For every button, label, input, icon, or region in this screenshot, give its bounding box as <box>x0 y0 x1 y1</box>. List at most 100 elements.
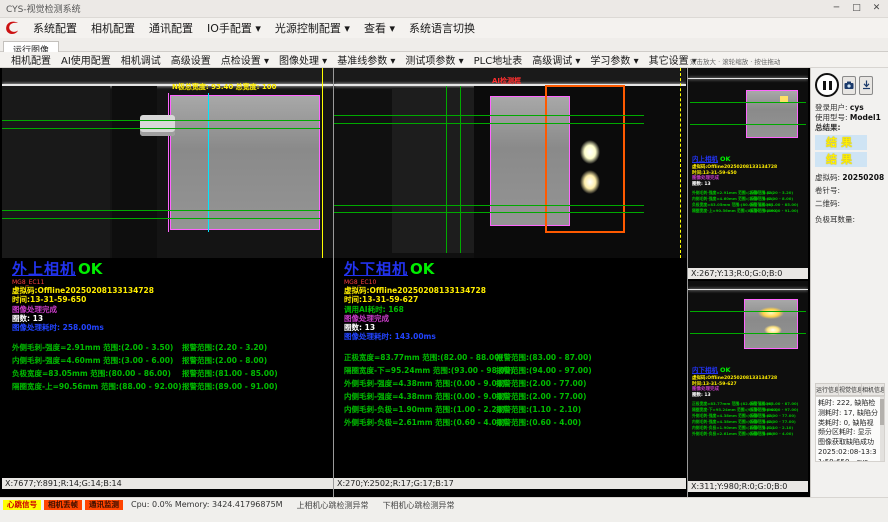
measure-value: 内侧毛刺-强度=4.38mm 范围:(0.00 - 9.00) <box>344 390 496 403</box>
toolbar-button[interactable]: 相机调试 <box>116 52 166 67</box>
window-title: CYS-视觉检测系统 <box>6 2 81 15</box>
machine-column <box>112 86 157 258</box>
info-log[interactable]: 耗时: 222, 缺陷检测耗时: 17, 缺陷分类耗时: 0, 缺陷视频分区耗时… <box>815 396 885 462</box>
menu-item[interactable]: 查看 ▾ <box>357 20 402 36</box>
view-hint: 双击放大 · 滚轮缩放 · 按住拖动 <box>690 56 808 66</box>
measurement-list: 外侧毛刺-强度=2.91mm 范围:(2.00 - 3.50)报警范围:(2.2… <box>12 341 332 393</box>
menu-item[interactable]: 系统配置 <box>26 20 84 36</box>
virtual-code: 虚拟码:Offline20250208133134728 <box>344 286 686 295</box>
measure-value: 外侧毛刺-负极=2.61mm 范围:(0.60 - 4.00) <box>344 416 496 429</box>
toolbar-button[interactable]: 学习参数 ▾ <box>585 52 643 67</box>
measure-value: 隔圈宽度-下=95.24mm 范围:(93.00 - 98.00) <box>344 364 496 377</box>
toolbar-button[interactable]: 高级设置 <box>166 52 216 67</box>
info-scrollbar[interactable] <box>880 397 884 461</box>
minimize-button[interactable]: ─ <box>828 1 845 15</box>
thumb-top-overlay: 内上相机OK 虚拟码:Offline20250208133134728 时间:1… <box>692 146 804 214</box>
toolbar-button[interactable]: PLC地址表 <box>469 52 528 67</box>
maximize-button[interactable]: □ <box>848 1 865 15</box>
code-label: 虚拟码: <box>815 173 840 182</box>
menu-item[interactable]: IO手配置 ▾ <box>200 20 268 36</box>
result-box-lower: 结果 <box>815 152 867 167</box>
measurement-row: 隔圈宽度-上=90.56mm 范围:(88.00 - 92.00)报警范围:(8… <box>692 208 804 214</box>
qr-label: 二维码: <box>815 199 885 209</box>
app-logo-icon <box>4 20 21 36</box>
model-value: Model1 <box>850 113 881 122</box>
alarm-range: 报警范围:(89.00 - 91.00) <box>750 208 804 214</box>
camera-thumb-inner-lower[interactable]: 内下相机OK 虚拟码:Offline20250208133134728 时间:1… <box>688 281 808 492</box>
pause-button[interactable] <box>815 73 839 97</box>
cpu-memory-status: Cpu: 0.0% Memory: 3424.41796875M <box>131 500 283 509</box>
menu-item[interactable]: 通讯配置 <box>142 20 200 36</box>
alarm-range: 报警范围:(83.00 - 87.00) <box>496 351 686 364</box>
measurement-row: 正极宽度=83.77mm 范围:(82.00 - 88.00)报警范围:(83.… <box>344 351 686 364</box>
close-button[interactable]: ✕ <box>868 1 885 15</box>
baseline <box>690 311 806 312</box>
alarm-range: 报警范围:(81.00 - 85.00) <box>182 367 332 380</box>
camera-view-outer-lower[interactable]: AI检测框 外下相机OK MG8_EC10 虚拟码:Offline2025020… <box>334 68 686 497</box>
toolbar-button[interactable]: 基准线参数 ▾ <box>332 52 400 67</box>
measure-value: 外侧毛刺-负极=2.61mm 范围:(0.60 - 4.00) <box>692 431 750 437</box>
measurement-list: 正极宽度=83.77mm 范围:(82.00 - 88.00)报警范围:(83.… <box>344 351 686 429</box>
alarm-range: 报警范围:(94.00 - 97.00) <box>496 364 686 377</box>
baseline-lower-1 <box>2 210 320 211</box>
baseline-upper-2 <box>2 128 320 129</box>
camera-thumb-inner-upper[interactable]: 内上相机OK 虚拟码:Offline20250208133134728 时间:1… <box>688 68 808 279</box>
toolbar-button[interactable]: 相机配置 <box>6 52 56 67</box>
capture-time: 时间:13-31-59-650 <box>12 295 332 304</box>
model-label: 使用型号: <box>815 113 848 122</box>
machine-body <box>2 86 110 258</box>
measure-value: 外侧毛刺-强度=4.38mm 范围:(0.00 - 9.00) <box>344 377 496 390</box>
camera-capture-button[interactable] <box>842 76 856 95</box>
heartbeat-warnings: 上相机心跳检测异常 下相机心跳检测异常 <box>297 500 455 511</box>
toolbar-button[interactable]: 高级调试 ▾ <box>527 52 585 67</box>
left-camera-image: N极总宽度: 93.40 总宽度: 100 <box>2 68 333 258</box>
toolbar-button[interactable]: 图像处理 ▾ <box>274 52 332 67</box>
toolbar-button[interactable]: AI使用配置 <box>56 52 116 67</box>
measure-value: 内侧毛刺-负极=1.90mm 范围:(1.00 - 2.20) <box>344 403 496 416</box>
heartbeat-warning: 下相机心跳检测异常 <box>383 500 455 511</box>
baseline-upper-1 <box>334 115 644 116</box>
machine-panel <box>392 88 474 253</box>
tab-strip: 运行图像 <box>0 38 888 52</box>
heartbeat-warning: 上相机心跳检测异常 <box>297 500 369 511</box>
code-value: 20250208 <box>842 173 884 182</box>
measure-value: 内侧毛刺-强度=4.60mm 范围:(3.00 - 6.00) <box>12 354 182 367</box>
export-button[interactable] <box>859 76 873 95</box>
cell-edge-line <box>168 93 169 232</box>
bright-spot <box>580 140 600 164</box>
alarm-range: 报警范围:(2.00 - 77.00) <box>496 390 686 403</box>
toolbar-button[interactable]: 测试项参数 ▾ <box>400 52 468 67</box>
info-tab[interactable]: 视觉信息 <box>839 384 862 395</box>
thumb-top-image: 内上相机OK 虚拟码:Offline20250208133134728 时间:1… <box>688 68 808 268</box>
user-label: 登录用户: <box>815 103 848 112</box>
gripper-part <box>140 115 175 136</box>
yellow-guide-line <box>680 68 681 258</box>
menu-item[interactable]: 系统语言切换 <box>402 20 482 36</box>
measurement-list: 正极宽度=83.77mm 范围:(82.00 - 88.00)报警范围:(83.… <box>692 401 804 437</box>
left-pixel-status: X:7677;Y:891;R:14;G:14;B:14 <box>2 478 333 489</box>
menu-list: 系统配置相机配置通讯配置IO手配置 ▾光源控制配置 ▾查看 ▾系统语言切换 <box>26 20 482 36</box>
virtual-code: 虚拟码:Offline20250208133134728 <box>12 286 332 295</box>
camera-tag: MG8_EC11 <box>12 279 332 286</box>
measurement-list: 外侧毛刺-强度=2.91mm 范围:(2.00 - 3.50)报警范围:(2.2… <box>692 190 804 214</box>
bright-edge-line <box>688 78 808 79</box>
alarm-range: 报警范围:(0.60 - 4.00) <box>750 431 804 437</box>
toolbar-list: 相机配置AI使用配置相机调试高级设置点检设置 ▾图像处理 ▾基准线参数 ▾测试项… <box>6 52 702 67</box>
measurement-row: 内侧毛刺-强度=4.60mm 范围:(3.00 - 6.00)报警范围:(2.0… <box>12 354 332 367</box>
measurement-row: 隔圈宽度-下=95.24mm 范围:(93.00 - 98.00)报警范围:(9… <box>344 364 686 377</box>
measure-value: 负极宽度=83.05mm 范围:(80.00 - 86.00) <box>12 367 182 380</box>
info-tab[interactable]: 相机信息 <box>862 384 884 395</box>
measurement-row: 外侧毛刺-强度=2.91mm 范围:(2.00 - 3.50)报警范围:(2.2… <box>12 341 332 354</box>
camera-view-outer-upper[interactable]: N极总宽度: 93.40 总宽度: 100 外上相机OK MG8_EC11 虚拟… <box>2 68 333 497</box>
loop-count: 圈数: 13 <box>692 182 804 188</box>
alarm-range: 报警范围:(1.10 - 2.10) <box>496 403 686 416</box>
middle-overlay-text: 外下相机OK MG8_EC10 虚拟码:Offline2025020813313… <box>344 258 686 429</box>
menu-item[interactable]: 光源控制配置 ▾ <box>268 20 357 36</box>
menu-item[interactable]: 相机配置 <box>84 20 142 36</box>
camera-name: 内下相机 <box>692 366 718 374</box>
process-done: 图像处理完成 <box>344 314 686 323</box>
toolbar-button[interactable]: 点检设置 ▾ <box>216 52 274 67</box>
info-tab[interactable]: 运行信息 <box>816 384 839 395</box>
baseline-lower-2 <box>2 218 320 219</box>
camera-name: 外下相机 <box>344 260 408 278</box>
